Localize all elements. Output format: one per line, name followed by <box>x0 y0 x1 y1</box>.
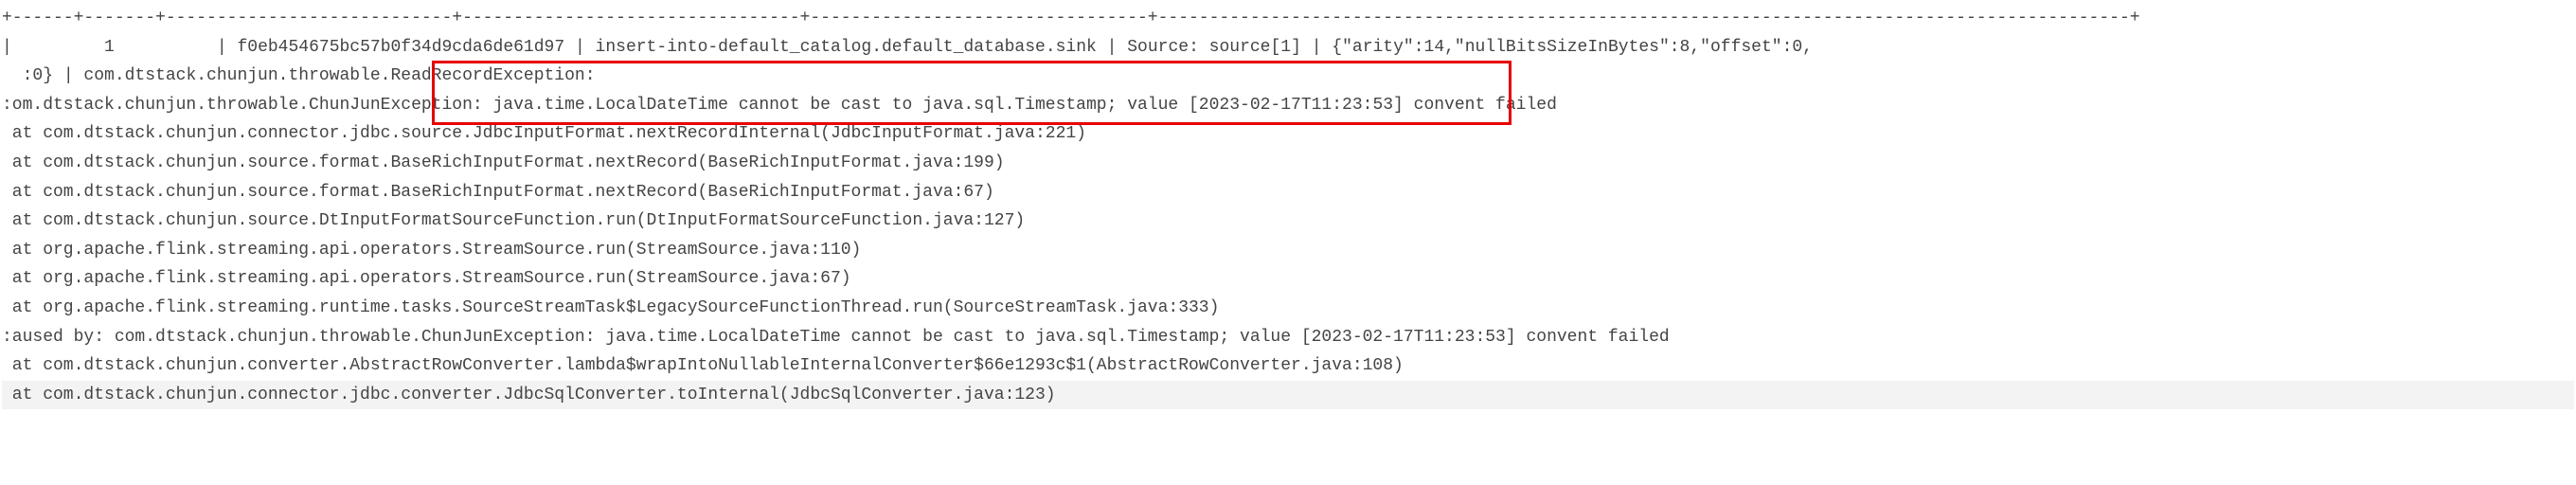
pipe: | <box>217 38 227 57</box>
stack-frame-selected: at com.dtstack.chunjun.connector.jdbc.co… <box>2 381 2574 410</box>
stack-frame: at org.apache.flink.streaming.api.operat… <box>2 264 2574 294</box>
stack-frame: at org.apache.flink.streaming.runtime.ta… <box>2 294 2574 323</box>
wrap-prefix: :0} <box>2 66 63 85</box>
stack-trace-log: +------+-------+------------------------… <box>0 0 2576 413</box>
log-error-line: :om.dtstack.chunjun.throwable.ChunJunExc… <box>2 91 2574 120</box>
col-json: {"arity":14,"nullBitsSizeInBytes":8,"off… <box>1322 38 1813 57</box>
pipe: | <box>1312 38 1322 57</box>
stack-frame: at com.dtstack.chunjun.source.format.Bas… <box>2 178 2574 207</box>
log-data-row: | 1 | f0eb454675bc57b0f34d9cda6de61d97 |… <box>2 33 2574 63</box>
exception-class: com.dtstack.chunjun.throwable.ReadRecord… <box>74 66 596 85</box>
col-index: 1 <box>12 38 217 57</box>
caused-by-line: :aused by: com.dtstack.chunjun.throwable… <box>2 323 2574 352</box>
col-task-id: f0eb454675bc57b0f34d9cda6de61d97 <box>227 38 575 57</box>
stack-frame: at com.dtstack.chunjun.connector.jdbc.so… <box>2 119 2574 149</box>
error-value-highlight: ; value [2023-02-17T11:23:53] convent fa… <box>1107 96 1557 115</box>
pipe: | <box>575 38 585 57</box>
pipe: | <box>2 38 12 57</box>
log-separator: +------+-------+------------------------… <box>2 4 2574 33</box>
stack-frame: at com.dtstack.chunjun.converter.Abstrac… <box>2 351 2574 381</box>
pipe: | <box>1107 38 1118 57</box>
error-prefix: :om.dtstack.chunjun.throwable.ChunJunExc… <box>2 96 1107 115</box>
stack-frame: at org.apache.flink.streaming.api.operat… <box>2 236 2574 265</box>
log-data-row-wrap: :0} | com.dtstack.chunjun.throwable.Read… <box>2 62 2574 91</box>
col-source: Source: source[1] <box>1117 38 1311 57</box>
stack-frame: at com.dtstack.chunjun.source.format.Bas… <box>2 149 2574 178</box>
pipe: | <box>63 66 74 85</box>
stack-frame: at com.dtstack.chunjun.source.DtInputFor… <box>2 207 2574 236</box>
col-sink: insert-into-default_catalog.default_data… <box>585 38 1107 57</box>
